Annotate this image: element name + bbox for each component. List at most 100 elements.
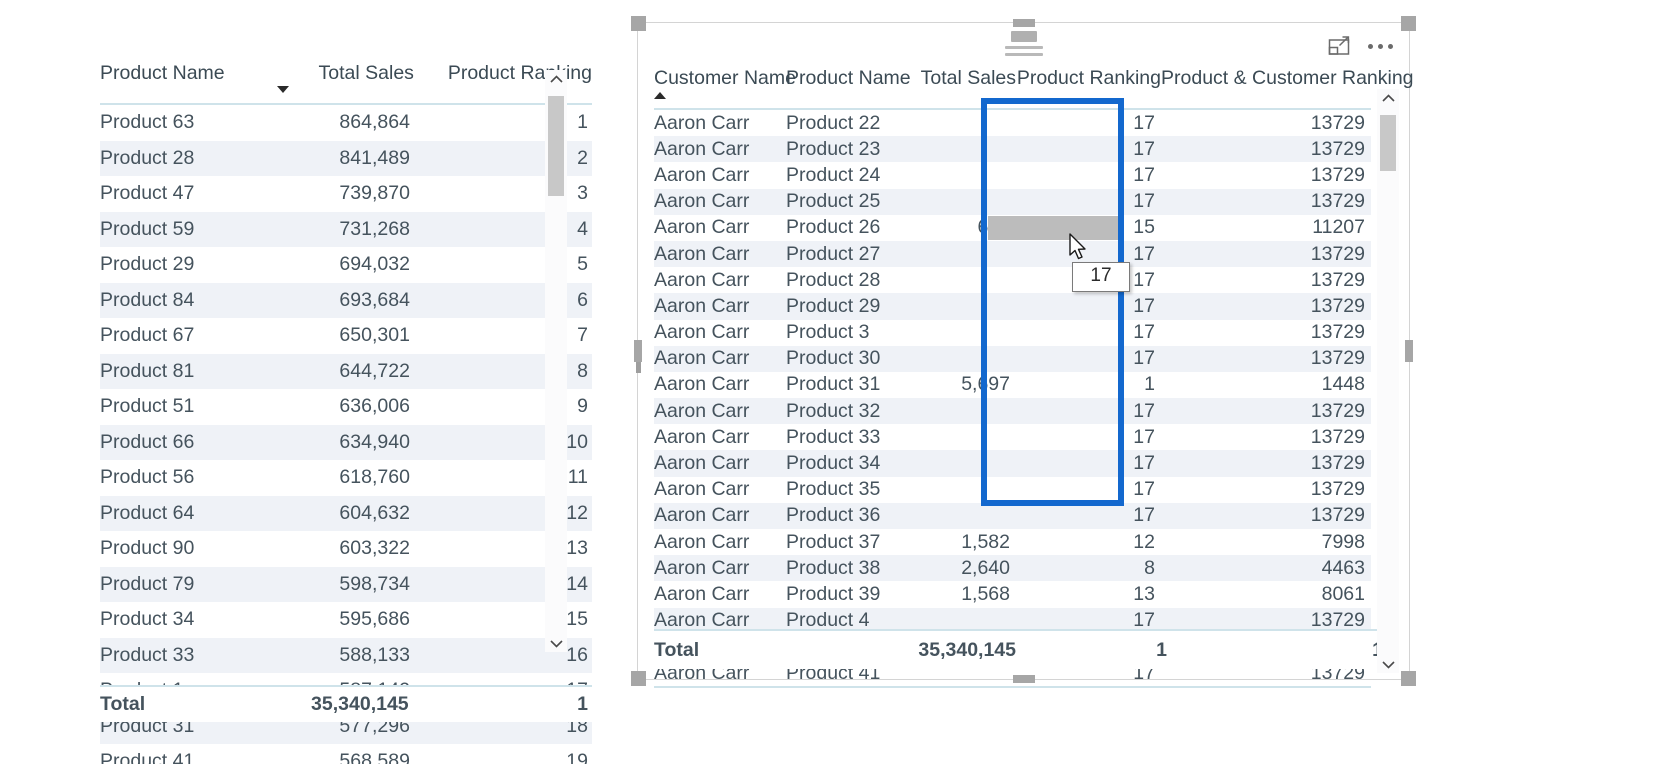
table-row[interactable]: Aaron Carr Product 38 2,640 8 4463 (654, 555, 1371, 582)
cell-pcrank[interactable]: 13729 (1161, 109, 1371, 136)
table-row[interactable]: Product 41 568,589 19 (100, 744, 592, 764)
column-header-product-name[interactable]: Product Name (786, 67, 911, 110)
cell-sales[interactable]: 731,268 (273, 211, 414, 247)
cell-product[interactable]: Product 34 (786, 450, 906, 477)
left-table-scrollbar[interactable] (545, 70, 567, 652)
cell-pcrank[interactable]: 13729 (1161, 267, 1371, 293)
cell-sales[interactable] (906, 267, 1016, 293)
cell-pcrank[interactable]: 13729 (1161, 477, 1371, 503)
table-row-partial[interactable]: Aaron Carr Product 22 17 13729 (654, 109, 1371, 136)
cell-product[interactable]: Product 67 (100, 318, 273, 354)
table-row[interactable]: Aaron Carr Product 35 17 13729 (654, 477, 1371, 503)
resize-handle-right[interactable] (1405, 340, 1413, 362)
right-table-scrollbar[interactable] (1377, 89, 1399, 673)
drag-handle-icon[interactable] (1004, 31, 1043, 60)
resize-handle-left[interactable] (634, 340, 642, 362)
cell-product[interactable]: Product 3 (786, 320, 906, 346)
cell-pcrank[interactable]: 13729 (1161, 188, 1371, 215)
table-row[interactable]: Product 67 650,301 7 (100, 318, 592, 354)
cell-rank[interactable]: 17 (1016, 345, 1161, 372)
scroll-up-icon[interactable] (545, 70, 567, 88)
table-row[interactable]: Aaron Carr Product 34 17 13729 (654, 450, 1371, 477)
cell-rank[interactable]: 8 (1016, 555, 1161, 582)
table-row[interactable]: Product 28 841,489 2 (100, 140, 592, 176)
focus-mode-icon[interactable] (1328, 35, 1350, 57)
cell-sales[interactable]: 603,322 (273, 531, 414, 567)
cell-sales[interactable]: 568,589 (273, 744, 414, 764)
left-table-visual[interactable]: Product Name Total Sales Product Ranking… (100, 62, 592, 764)
cell-product[interactable]: Product 29 (786, 293, 906, 320)
cell-customer[interactable]: Aaron Carr (654, 529, 786, 555)
cell-rank[interactable]: 17 (1016, 109, 1161, 136)
cell-sales[interactable]: 588,133 (273, 637, 414, 673)
cell-product[interactable]: Product 36 (786, 502, 906, 529)
cell-customer[interactable]: Aaron Carr (654, 450, 786, 477)
cell-product[interactable]: Product 26 (786, 215, 906, 241)
cell-rank[interactable]: 12 (1016, 529, 1161, 555)
cell-rank[interactable]: 17 (1016, 162, 1161, 188)
cell-customer[interactable]: Aaron Carr (654, 555, 786, 582)
cell-sales[interactable]: 693,684 (273, 282, 414, 318)
scroll-up-icon[interactable] (1377, 89, 1399, 107)
cell-pcrank[interactable]: 13729 (1161, 240, 1371, 268)
cell-pcrank[interactable]: 13729 (1161, 502, 1371, 529)
cell-rank[interactable]: 17 (1016, 398, 1161, 425)
table-row[interactable]: Product 34 595,686 15 (100, 602, 592, 638)
cell-rank[interactable]: 17 (1016, 450, 1161, 477)
cell-sales[interactable] (906, 162, 1016, 188)
cell-sales[interactable]: 864,864 (273, 104, 414, 141)
table-row[interactable]: Aaron Carr Product 32 17 13729 (654, 398, 1371, 425)
table-row[interactable]: Aaron Carr Product 30 17 13729 (654, 345, 1371, 372)
resize-handle-top-right[interactable] (1401, 16, 1416, 31)
cell-sales[interactable]: 634,940 (273, 424, 414, 460)
column-header-product-name[interactable]: Product Name (100, 62, 274, 105)
cell-sales[interactable]: 644,722 (273, 353, 414, 389)
table-row[interactable]: Aaron Carr Product 37 1,582 12 7998 (654, 529, 1371, 555)
cell-sales[interactable]: 2,640 (906, 555, 1016, 582)
cell-pcrank[interactable]: 11207 (1161, 215, 1371, 241)
cell-product[interactable]: Product 29 (100, 247, 273, 283)
table-row[interactable]: Aaron Carr Product 28 17 13729 (654, 267, 1371, 293)
cell-customer[interactable]: Aaron Carr (654, 320, 786, 346)
table-row[interactable]: Product 47 739,870 3 (100, 176, 592, 212)
cell-customer[interactable]: Aaron Carr (654, 162, 786, 188)
table-row[interactable]: Product 81 644,722 8 (100, 353, 592, 389)
cell-customer[interactable]: Aaron Carr (654, 293, 786, 320)
cell-rank[interactable]: 13 (1016, 581, 1161, 607)
cell-pcrank[interactable]: 13729 (1161, 398, 1371, 425)
column-header-product-customer-ranking[interactable]: Product & Customer Ranking (1161, 67, 1414, 110)
cell-sales[interactable] (906, 502, 1016, 529)
cell-product[interactable]: Product 56 (100, 460, 273, 496)
cell-sales[interactable] (906, 450, 1016, 477)
resize-handle-top[interactable] (1012, 19, 1035, 27)
scrollbar-thumb[interactable] (548, 96, 564, 196)
cell-sales[interactable] (906, 188, 1016, 215)
cell-sales[interactable]: 598,734 (273, 566, 414, 602)
cell-pcrank[interactable]: 13729 (1161, 450, 1371, 477)
cell-pcrank[interactable]: 7998 (1161, 529, 1371, 555)
cell-rank[interactable]: 17 (1016, 188, 1161, 215)
cell-product[interactable]: Product 34 (100, 602, 273, 638)
cell-product[interactable]: Product 33 (786, 424, 906, 450)
cell-sales[interactable] (906, 240, 1016, 268)
resize-handle-bottom-right[interactable] (1401, 671, 1416, 686)
cell-product[interactable]: Product 37 (786, 529, 906, 555)
table-row[interactable]: Product 59 731,268 4 (100, 211, 592, 247)
cell-customer[interactable]: Aaron Carr (654, 581, 786, 607)
cell-rank[interactable]: 17 (1016, 502, 1161, 529)
cell-product[interactable]: Product 59 (100, 211, 274, 247)
cell-sales[interactable] (906, 136, 1016, 163)
cell-sales[interactable]: 841,489 (273, 140, 414, 176)
cell-pcrank[interactable]: 13729 (1161, 320, 1371, 346)
cell-sales[interactable]: 595,686 (273, 602, 414, 638)
scroll-down-icon[interactable] (545, 634, 567, 652)
cell-sales[interactable]: 1,568 (906, 581, 1016, 607)
table-row[interactable]: Product 33 588,133 16 (100, 637, 592, 673)
resize-handle-bottom[interactable] (1012, 675, 1035, 683)
cell-product[interactable]: Product 81 (100, 353, 274, 389)
table-row[interactable]: Product 79 598,734 14 (100, 566, 592, 602)
table-row[interactable]: Aaron Carr Product 31 5,697 1 1448 (654, 372, 1371, 398)
cell-product[interactable]: Product 27 (786, 240, 906, 268)
cell-sales[interactable] (906, 293, 1016, 320)
cell-product[interactable]: Product 25 (786, 188, 906, 215)
